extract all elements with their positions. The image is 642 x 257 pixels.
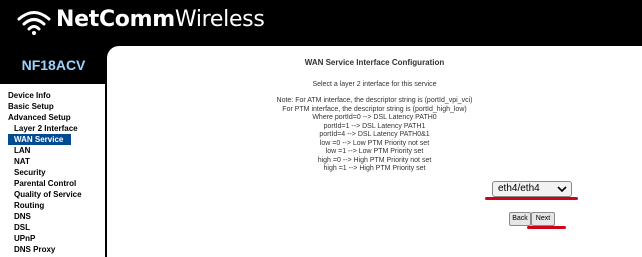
descriptor-notes: Note: For ATM interface, the descriptor … — [107, 97, 642, 174]
note-line: For PTM interface, the descriptor string… — [282, 105, 467, 113]
sidebar-item-lan[interactable]: LAN — [0, 145, 105, 156]
sidebar-item-layer-2-interface[interactable]: Layer 2 Interface — [0, 123, 105, 134]
sidebar-item-dns[interactable]: DNS — [0, 211, 105, 222]
select-highlight-mark — [485, 197, 578, 200]
interface-select[interactable]: eth4/eth4 — [492, 181, 572, 197]
header: NetCommWireless — [0, 0, 642, 46]
next-button[interactable]: Next — [531, 212, 555, 226]
sidebar-menu: Device Info Basic Setup Advanced Setup Laye… — [0, 84, 105, 255]
sidebar-item-device-info[interactable]: Device Info — [0, 90, 105, 101]
sidebar-item-dns-proxy[interactable]: DNS Proxy — [0, 244, 105, 255]
sidebar-item-security[interactable]: Security — [0, 167, 105, 178]
back-button[interactable]: Back — [509, 212, 531, 226]
sidebar-item-nat[interactable]: NAT — [0, 156, 105, 167]
note-line: low =1 --> Low PTM Priority set — [325, 148, 424, 155]
note-line: high =1 --> High PTM Priority set — [323, 165, 426, 172]
next-highlight-mark — [527, 226, 566, 229]
note-line: portId=1 --> DSL Latency PATH1 — [323, 122, 426, 130]
brand-logo: NetCommWireless — [56, 7, 265, 32]
model-banner: NF18ACV — [0, 46, 107, 84]
sidebar-item-parental-control[interactable]: Parental Control — [0, 178, 105, 189]
sidebar: Device Info Basic Setup Advanced Setup Laye… — [0, 84, 107, 257]
sidebar-item-basic-setup[interactable]: Basic Setup — [0, 101, 105, 112]
main-content: WAN Service Interface Configuration Sele… — [107, 46, 642, 257]
wifi-icon — [17, 11, 51, 35]
sidebar-item-advanced-setup[interactable]: Advanced Setup — [0, 112, 105, 123]
interface-select-value: eth4/eth4 — [498, 183, 540, 194]
note-line: high =0 --> High PTM Priority not set — [317, 156, 432, 164]
note-line: Note: For ATM interface, the descriptor … — [276, 97, 473, 104]
model-name: NF18ACV — [21, 57, 86, 73]
chevron-down-icon — [557, 186, 567, 193]
sidebar-item-wan-service[interactable]: WAN Service — [8, 134, 71, 145]
sidebar-item-quality-of-service[interactable]: Quality of Service — [0, 189, 105, 200]
brand-name-light: Wireless — [174, 7, 265, 32]
brand-name-bold: NetComm — [56, 7, 175, 32]
note-line: Where portId=0 --> DSL Latency PATH0 — [312, 114, 437, 121]
sidebar-item-dsl[interactable]: DSL — [0, 222, 105, 233]
sidebar-item-routing[interactable]: Routing — [0, 200, 105, 211]
note-line: low =0 --> Low PTM Priority not set — [319, 139, 430, 147]
sidebar-item-upnp[interactable]: UPnP — [0, 233, 105, 244]
page-title: WAN Service Interface Configuration — [304, 58, 445, 67]
note-line: portId=4 --> DSL Latency PATH0&1 — [319, 131, 430, 138]
page-subtitle: Select a layer 2 interface for this serv… — [312, 81, 437, 88]
